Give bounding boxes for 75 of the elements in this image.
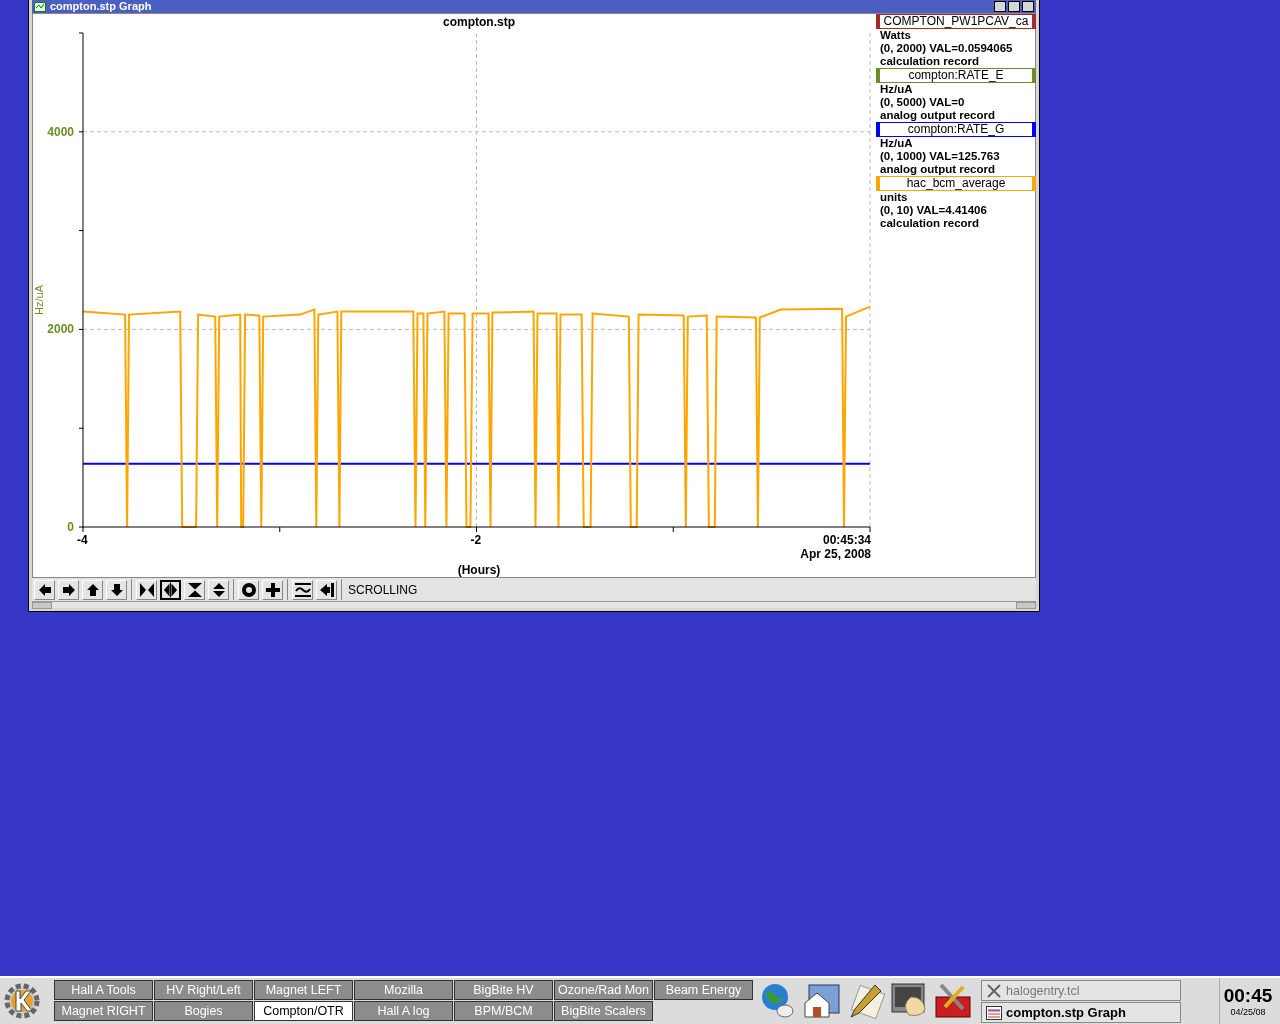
- ring-button[interactable]: [238, 579, 259, 600]
- down-arrow-button[interactable]: [106, 579, 127, 600]
- desktop-button[interactable]: Magnet RIGHT: [54, 1001, 153, 1021]
- task-button[interactable]: halogentry.tcl: [981, 980, 1181, 1001]
- legend-range: (0, 1000) VAL=125.763: [879, 150, 1001, 163]
- legend-record-type: analog output record: [879, 109, 996, 122]
- legend-channel-header: compton:RATE_E: [876, 68, 1036, 83]
- left-arrow-button[interactable]: [34, 579, 55, 600]
- close-button[interactable]: [1022, 1, 1034, 12]
- plus-button[interactable]: [262, 579, 283, 600]
- legend-range: (0, 2000) VAL=0.0594065: [879, 42, 1014, 55]
- clock-date: 04/25/08: [1230, 1007, 1266, 1017]
- legend-range: (0, 5000) VAL=0: [879, 96, 966, 109]
- y-tick-label: 0: [67, 520, 74, 534]
- y-tick-label: 2000: [47, 322, 74, 337]
- x-axis-label: (Hours): [457, 563, 501, 577]
- x-tick-label: -4: [77, 533, 88, 547]
- plus-icon: [264, 581, 281, 598]
- legend-channel-header: COMPTON_PW1PCAV_ca: [876, 14, 1036, 29]
- chart-title: compton.stp: [443, 15, 515, 29]
- desktop-button[interactable]: Magnet LEFT: [254, 980, 353, 1000]
- legend-channel-header: compton:RATE_G: [876, 122, 1036, 137]
- desktop-button[interactable]: Hall A Tools: [54, 980, 153, 1000]
- x-tick-label: -2: [470, 533, 482, 547]
- legend-record-type: calculation record: [879, 217, 981, 230]
- legend-record-type: calculation record: [879, 55, 981, 68]
- mode-label: SCROLLING: [348, 582, 418, 597]
- desktop-button[interactable]: Ozone/Rad Mon: [554, 980, 653, 1000]
- hourglass-icon: [186, 581, 203, 598]
- app-icon: [34, 1, 46, 12]
- legend-channel-header: hac_bcm_average: [876, 176, 1036, 191]
- up-down-arrows-button[interactable]: [208, 579, 229, 600]
- toolbox-icon[interactable]: [933, 981, 973, 1021]
- graph-window-icon: [986, 1005, 1002, 1020]
- right-arrow-icon: [60, 581, 77, 598]
- minimize-button[interactable]: [994, 1, 1006, 12]
- desktop-button[interactable]: Mozilla: [354, 980, 453, 1000]
- outward-arrows-button[interactable]: [160, 579, 181, 600]
- x-tick-label: 00:45:34 Apr 25, 2008: [800, 533, 871, 561]
- wave-button[interactable]: [292, 579, 313, 600]
- legend-units: units: [879, 191, 909, 204]
- outward-arrows-icon: [163, 581, 178, 598]
- resize-grip[interactable]: [1016, 602, 1036, 609]
- ring-icon: [240, 581, 257, 598]
- legend-units: Hz/uA: [879, 83, 914, 96]
- gear-k-icon[interactable]: [3, 982, 41, 1020]
- desktop-button[interactable]: Hall A log: [354, 1001, 453, 1021]
- clock-time: 00:45: [1223, 985, 1273, 1007]
- desktop-button[interactable]: Beam Energy: [654, 980, 753, 1000]
- inward-arrows-button[interactable]: [136, 579, 157, 600]
- legend-units: Watts: [879, 29, 912, 42]
- y-axis-label: Hz/uA: [33, 285, 45, 315]
- home-folder-icon[interactable]: [801, 981, 841, 1021]
- legend-units: Hz/uA: [879, 137, 914, 150]
- y-tick-label: 4000: [47, 124, 74, 139]
- desktop-button[interactable]: Bogies: [154, 1001, 253, 1021]
- left-arrow-bar-button[interactable]: [316, 579, 337, 600]
- inward-arrows-icon: [138, 581, 155, 598]
- wave-icon: [294, 581, 311, 598]
- maximize-button[interactable]: [1008, 1, 1020, 12]
- left-arrow-bar-icon: [318, 581, 335, 598]
- desktop-button[interactable]: BPM/BCM: [454, 1001, 553, 1021]
- task-button[interactable]: compton.stp Graph: [981, 1002, 1181, 1023]
- scrollbar-handle[interactable]: [32, 602, 52, 609]
- up-arrow-button[interactable]: [82, 579, 103, 600]
- desktop-button[interactable]: Compton/OTR: [254, 1001, 353, 1021]
- desktop-button[interactable]: BigBite HV: [454, 980, 553, 1000]
- window-title: compton.stp Graph: [50, 0, 152, 13]
- legend-record-type: analog output record: [879, 163, 996, 176]
- legend-range: (0, 10) VAL=4.41406: [879, 204, 988, 217]
- desktop-button[interactable]: BigBite Scalers: [554, 1001, 653, 1021]
- right-arrow-button[interactable]: [58, 579, 79, 600]
- desktop-button[interactable]: HV Right/Left: [154, 980, 253, 1000]
- x-logo-icon: [986, 983, 1002, 998]
- hourglass-button[interactable]: [184, 579, 205, 600]
